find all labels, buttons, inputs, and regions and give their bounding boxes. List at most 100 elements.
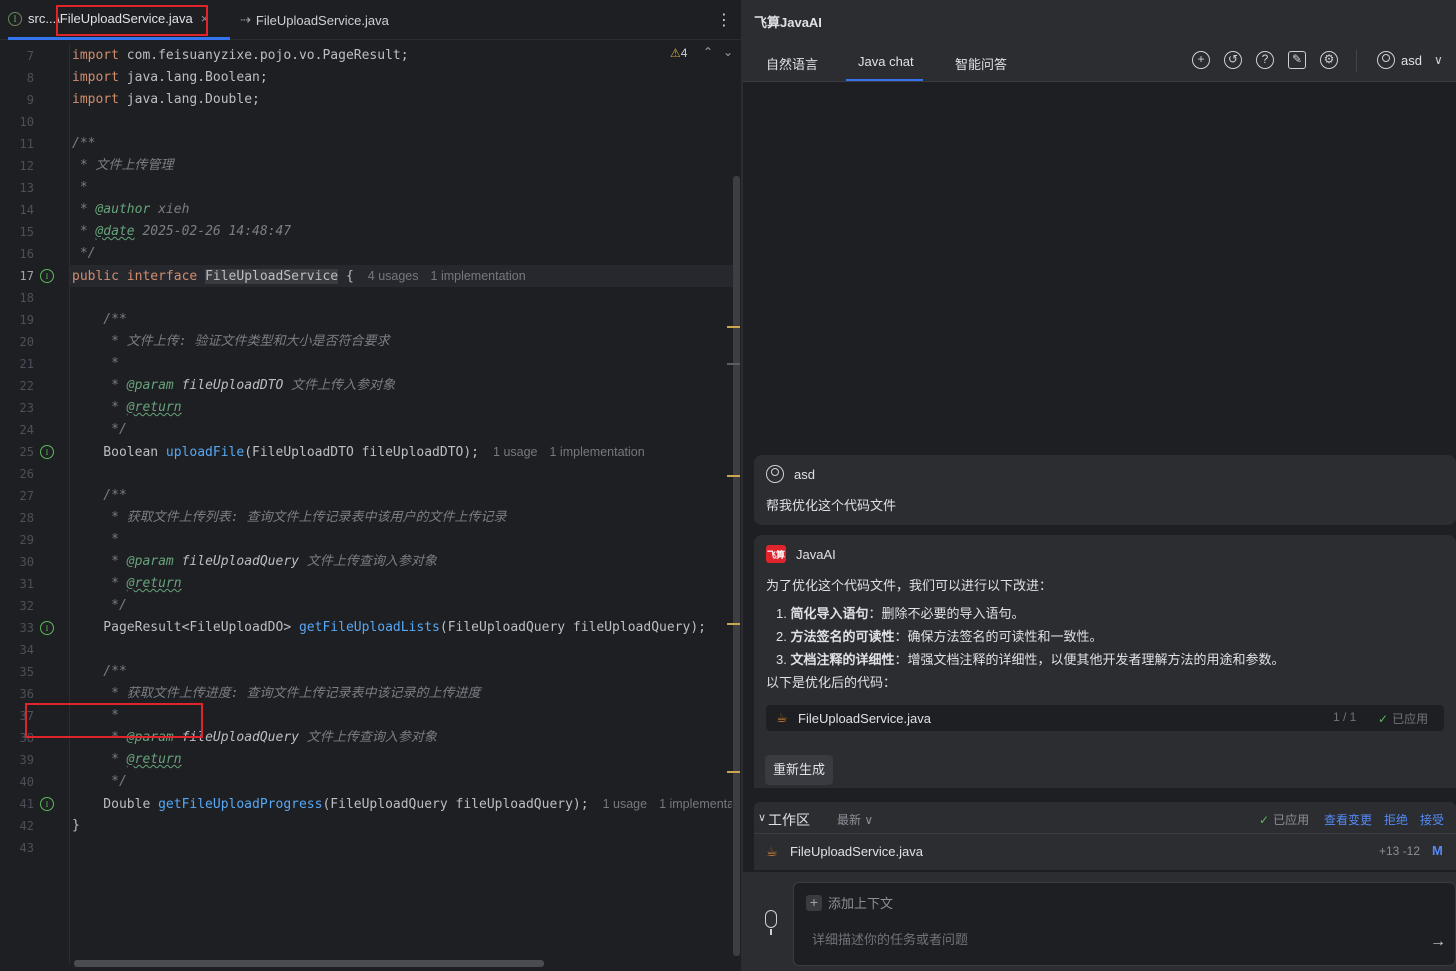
inlay-hint[interactable]: 1 usage [603,797,647,811]
code-line: /** [72,309,127,331]
workspace-status: ✓ 已应用 [1259,813,1310,827]
regenerate-button[interactable]: 重新生成 [765,755,834,785]
implementation-icon[interactable]: I [40,269,54,283]
line-number: 33 [19,621,34,635]
interface-icon: I [8,11,22,26]
chevron-down-icon[interactable]: ⌄ [723,45,733,59]
code-line: */ [72,595,127,617]
chevron-down-icon: ∨ [1433,53,1443,67]
code-token: com.feisuanyzixe.pojo.vo.PageResult; [118,48,409,63]
line-number: 27 [19,489,34,503]
implementation-icon[interactable]: I [40,445,54,459]
settings-gear-icon[interactable]: ⚙ [1320,51,1338,69]
panel-tabs: 自然语言 Java chat 智能问答 + ↺ ? ✎ ⚙ asd ∨ [743,40,1456,82]
modified-badge: M [1432,843,1443,858]
line-number: 7 [26,49,34,63]
add-context-button[interactable]: + 添加上下文 [806,893,893,912]
history-icon[interactable]: ↺ [1224,51,1242,69]
line-number: 35 [19,665,34,679]
code-token: /** [72,488,127,503]
list-item: 1. 简化导入语句：删除不必要的导入语句。 [776,606,1025,621]
line-number: 17 [19,269,34,283]
help-icon[interactable]: ? [1256,51,1274,69]
inlay-hint[interactable]: 1 implementation [431,269,526,283]
code-token: { [338,269,354,284]
implementation-icon[interactable]: I [40,797,54,811]
code-line: * @param fileUploadQuery 文件上传查询入参对象 [72,551,437,573]
more-options-icon[interactable]: ⋮ [716,10,732,30]
code-token: 文件上传查询入参对象 [299,730,437,745]
line-number: 14 [19,203,34,217]
chat-input[interactable]: + 添加上下文 详细描述你的任务或者问题 → [793,882,1456,966]
inlay-hint[interactable]: 1 implementation [659,797,732,811]
code-line: * 获取文件上传列表: 查询文件上传记录表中该用户的文件上传记录 [72,507,506,529]
message-outro: 以下是优化后的代码： [766,675,897,690]
code-token: @param [126,554,174,569]
warning-indicator[interactable]: ⚠4 [670,46,687,60]
inlay-hint[interactable]: 1 implementation [550,445,645,459]
user-menu[interactable]: asd ∨ [1377,51,1443,69]
code-line: */ [72,419,127,441]
code-token: @date [95,224,135,239]
view-changes-link[interactable]: 查看变更 [1324,811,1372,828]
tab-java-chat[interactable]: Java chat [858,54,914,69]
code-token: java.lang.Double; [118,92,260,107]
plus-icon: + [806,894,822,911]
code-token: /** [72,664,127,679]
code-line: * @param fileUploadDTO 文件上传入参对象 [72,375,395,397]
code-line: * 文件上传管理 [72,155,174,177]
line-number: 26 [19,467,34,481]
line-number: 31 [19,577,34,591]
version-dropdown[interactable]: 最新 ∨ [837,811,873,828]
scroll-marker [727,475,740,477]
message-author: 飞算 JavaAI [766,545,836,563]
edit-icon[interactable]: ✎ [1288,51,1306,69]
page-indicator: 1 / 1 [1333,710,1357,724]
inlay-hint[interactable]: 1 usage [493,445,537,459]
list-item: 2. 方法签名的可读性：确保方法签名的可读性和一致性。 [776,629,1103,644]
vertical-scrollbar[interactable] [733,176,740,956]
workspace-title: 工作区 [768,812,810,828]
tab-smart-qa[interactable]: 智能问答 [955,54,1007,73]
tab-fileuploadservice-diff[interactable]: ⇢ FileUploadService.java [240,0,410,40]
chevron-down-icon[interactable]: ∨ [758,811,766,824]
code-token: * 获取文件上传列表: 查询文件上传记录表中该用户的文件上传记录 [72,510,507,525]
code-token: * [72,378,127,393]
line-number: 21 [19,357,34,371]
line-number: 20 [19,335,34,349]
line-number-gutter: 7 8 9 10 11 12 13 14 15 16 17 I 18 19 20 21 22 23 24 25 I 26 2… [0,44,70,964]
code-area[interactable]: import com.feisuanyzixe.pojo.vo.PageResu… [72,44,732,964]
chevron-up-icon[interactable]: ⌃ [703,45,713,59]
send-arrow-icon[interactable]: → [1430,933,1446,951]
code-token: * 文件上传: 验证文件类型和大小是否符合要求 [72,334,390,349]
microphone-icon[interactable] [765,910,777,935]
horizontal-scrollbar[interactable] [74,960,544,967]
tab-label: FileUploadService.java [255,12,389,28]
code-token: @return [126,752,182,767]
implementation-icon[interactable]: I [40,621,54,635]
code-token: 文件上传查询入参对象 [299,554,437,569]
scroll-marker [727,363,740,365]
inlay-hint[interactable]: 4 usages [368,269,419,283]
workspace-panel: ∨ 工作区 最新 ∨ ✓ 已应用 查看变更 拒绝 接受 ☕ FileUploadS… [754,802,1456,870]
workspace-header: ∨ 工作区 最新 ∨ ✓ 已应用 查看变更 拒绝 接受 [754,802,1456,834]
avatar-icon [1377,51,1395,69]
chat-area[interactable]: asd 帮我优化这个代码文件 飞算 JavaAI 为了优化这个代码文件，我们可以… [743,82,1456,872]
tab-path-prefix: src [28,11,46,26]
line-number: 22 [19,379,34,393]
reject-link[interactable]: 拒绝 [1384,811,1408,828]
line-number: 9 [26,93,34,107]
code-file-chip[interactable]: ☕ FileUploadService.java 1 / 1 ✓ 已应用 [766,705,1444,731]
username: asd [1401,52,1422,68]
code-token: java.lang.Boolean; [118,70,268,85]
line-number: 34 [19,643,34,657]
code-line: Boolean uploadFile(FileUploadDTO fileUpl… [72,441,645,463]
code-line: /** [72,485,127,507]
tab-natural-language[interactable]: 自然语言 [766,54,818,73]
new-chat-icon[interactable]: + [1192,51,1210,69]
accept-link[interactable]: 接受 [1420,811,1444,828]
applied-status: ✓ 已应用 [1378,712,1429,726]
line-number: 25 [19,445,34,459]
input-area: + 添加上下文 详细描述你的任务或者问题 → [743,872,1456,971]
workspace-file-name[interactable]: FileUploadService.java [790,844,923,859]
